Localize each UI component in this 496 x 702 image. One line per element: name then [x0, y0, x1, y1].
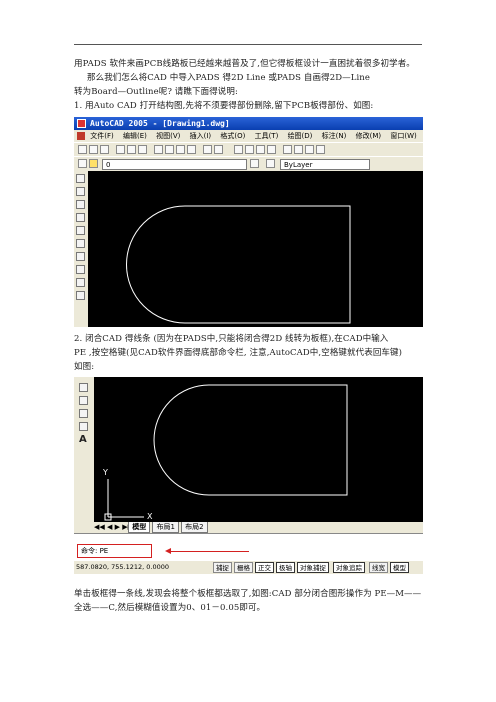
new-file-icon[interactable] — [78, 145, 87, 154]
menu-edit[interactable]: 编辑(E) — [123, 132, 147, 140]
drawing-canvas[interactable] — [88, 170, 423, 327]
print-icon[interactable] — [116, 145, 125, 154]
ucs-y-label: Y — [102, 468, 108, 477]
make-current-layer-icon[interactable] — [250, 159, 259, 168]
ucs-x-label: X — [147, 512, 153, 521]
command-line[interactable]: 命令: PE — [77, 544, 152, 558]
side-toolbar: A — [74, 377, 94, 522]
polar-toggle[interactable]: 极轴 — [276, 562, 295, 573]
copy-icon[interactable] — [165, 145, 174, 154]
status-bar: 587.0820, 755.1212, 0.0000 捕捉 栅格 正交 极轴 对… — [74, 561, 423, 574]
menu-bar: 文件(F) 编辑(E) 视图(V) 插入(I) 格式(O) 工具(T) 绘图(D… — [74, 130, 423, 142]
layer-select[interactable]: 0 — [102, 159, 247, 170]
undo-icon[interactable] — [203, 145, 212, 154]
line-icon[interactable] — [76, 174, 85, 183]
autocad-logo-icon — [77, 119, 86, 128]
paragraph-select: 单击板框得一条线,发现会将整个板框都选取了,如图:CAD 部分闭合图形操作为 P… — [74, 589, 422, 599]
open-file-icon[interactable] — [89, 145, 98, 154]
table-icon[interactable] — [79, 383, 88, 392]
osnap-toggle[interactable]: 对象捕捉 — [297, 562, 329, 573]
layer-state-icon[interactable] — [89, 159, 98, 168]
paragraph-step2: 2. 闭合CAD 得线条 (因为在PADS中,只能将闭合得2D 线转为板框),在… — [74, 334, 389, 344]
publish-icon[interactable] — [138, 145, 147, 154]
menu-draw[interactable]: 绘图(D) — [288, 132, 313, 140]
color-control-icon[interactable] — [266, 159, 275, 168]
command-line-area[interactable]: 命令: PE — [74, 533, 423, 562]
design-center-icon[interactable] — [294, 145, 303, 154]
spline-icon[interactable] — [76, 278, 85, 287]
pan-icon[interactable] — [234, 145, 243, 154]
zoom-previous-icon[interactable] — [267, 145, 276, 154]
lineweight-toggle[interactable]: 线宽 — [369, 562, 388, 573]
menu-file[interactable]: 文件(F) — [90, 132, 114, 140]
linetype-value: ByLayer — [284, 161, 313, 169]
menu-window[interactable]: 窗口(W) — [390, 132, 416, 140]
autocad-screenshot-1: AutoCAD 2005 - [Drawing1.dwg] 文件(F) 编辑(E… — [74, 117, 423, 327]
region-icon[interactable] — [79, 396, 88, 405]
menu-insert[interactable]: 插入(I) — [190, 132, 212, 140]
paragraph-question-cont: 转为Board—Outline呢? 请瞧下面得说明: — [74, 87, 238, 97]
pcb-outline-shape[interactable] — [126, 205, 351, 324]
tab-layout1[interactable]: 布局1 — [152, 522, 179, 533]
layout-tabs: ◀◀ ◀ ▶ ▶▶ 模型 布局1 布局2 — [94, 522, 423, 533]
paragraph-step2-cont: PE ,按空格键(见CAD软件界面得底部命令栏, 注意,AutoCAD中,空格键… — [74, 348, 403, 358]
help-icon[interactable] — [316, 145, 325, 154]
title-bar: AutoCAD 2005 - [Drawing1.dwg] — [74, 117, 423, 130]
tab-model[interactable]: 模型 — [128, 522, 151, 533]
properties-icon[interactable] — [283, 145, 292, 154]
paragraph-step2-figure: 如图: — [74, 362, 95, 372]
construction-line-icon[interactable] — [76, 187, 85, 196]
grid-toggle[interactable]: 栅格 — [234, 562, 253, 573]
model-toggle[interactable]: 模型 — [390, 562, 409, 573]
window-title: AutoCAD 2005 - [Drawing1.dwg] — [90, 119, 230, 128]
autocad-screenshot-2: A Y X ◀◀ ◀ ▶ ▶▶ 模型 布局1 布局2 命令: PE 587.08… — [74, 377, 423, 574]
zoom-realtime-icon[interactable] — [245, 145, 254, 154]
tab-nav-arrows[interactable]: ◀◀ ◀ ▶ ▶▶ — [94, 522, 133, 532]
paragraph-select-cont: 全选——C,然后模糊值设置为0、01－0.05即可。 — [74, 603, 266, 613]
standard-toolbar — [74, 142, 423, 157]
tab-layout2[interactable]: 布局2 — [181, 522, 208, 533]
paragraph-question: 那么我们怎么将CAD 中导入PADS 得2D Line 或PADS 自画得2D—… — [87, 73, 370, 83]
preview-icon[interactable] — [127, 145, 136, 154]
app-menu-icon[interactable] — [77, 132, 85, 140]
layers-toolbar: 0 ByLayer — [74, 156, 423, 171]
menu-dimension[interactable]: 标注(N) — [322, 132, 347, 140]
menu-format[interactable]: 格式(O) — [220, 132, 245, 140]
ortho-toggle[interactable]: 正交 — [255, 562, 274, 573]
drawing-canvas-2[interactable]: Y X — [94, 377, 423, 522]
redo-icon[interactable] — [214, 145, 223, 154]
paste-icon[interactable] — [176, 145, 185, 154]
menu-modify[interactable]: 修改(M) — [356, 132, 382, 140]
menu-tools[interactable]: 工具(T) — [255, 132, 279, 140]
zoom-window-icon[interactable] — [256, 145, 265, 154]
menu-view[interactable]: 视图(V) — [156, 132, 180, 140]
pcb-outline-shape-2[interactable] — [153, 384, 348, 496]
rectangle-icon[interactable] — [76, 226, 85, 235]
match-properties-icon[interactable] — [187, 145, 196, 154]
ellipse-icon[interactable] — [76, 291, 85, 300]
otrack-toggle[interactable]: 对象追踪 — [333, 562, 365, 573]
hatch-icon[interactable] — [79, 409, 88, 418]
polygon-icon[interactable] — [76, 213, 85, 222]
annotation-arrow — [169, 551, 249, 552]
draw-toolbar — [74, 170, 88, 327]
linetype-select[interactable]: ByLayer — [280, 159, 370, 170]
tool-palettes-icon[interactable] — [305, 145, 314, 154]
cut-icon[interactable] — [154, 145, 163, 154]
polyline-icon[interactable] — [76, 200, 85, 209]
header-rule — [74, 44, 422, 45]
coordinate-readout: 587.0820, 755.1212, 0.0000 — [76, 563, 170, 571]
multiline-text-icon[interactable]: A — [79, 434, 87, 445]
arc-icon[interactable] — [76, 239, 85, 248]
canvas-svg: Y X — [102, 384, 348, 521]
revision-cloud-icon[interactable] — [76, 265, 85, 274]
circle-icon[interactable] — [76, 252, 85, 261]
gradient-icon[interactable] — [79, 422, 88, 431]
save-icon[interactable] — [100, 145, 109, 154]
layer-value: 0 — [106, 161, 111, 169]
snap-toggle[interactable]: 捕捉 — [213, 562, 232, 573]
layer-manager-icon[interactable] — [78, 159, 87, 168]
paragraph-step1: 1. 用Auto CAD 打开结构图,先将不须要得部份删除,留下PCB板得部份、… — [74, 101, 374, 111]
paragraph-intro: 用PADS 软件来画PCB线路板已经越来越普及了,但它得板框设计一直困扰着很多初… — [74, 59, 415, 69]
